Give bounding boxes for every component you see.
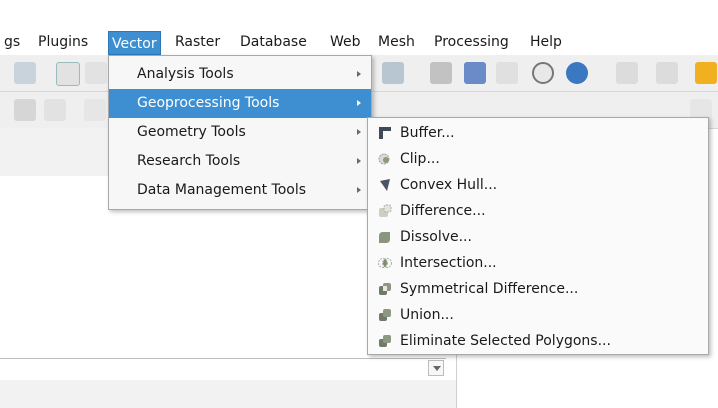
- vector-menu: Analysis Tools Geoprocessing Tools Geome…: [108, 55, 372, 210]
- bookmarks-panel-icon[interactable]: [496, 62, 518, 84]
- menu-item-label: Research Tools: [137, 153, 241, 169]
- menu-item-difference[interactable]: Difference...: [368, 198, 708, 224]
- union-icon: [379, 309, 391, 321]
- menu-item-intersection[interactable]: Intersection...: [368, 250, 708, 276]
- menu-item-label: Analysis Tools: [137, 66, 234, 82]
- menu-item-label: Union...: [400, 307, 454, 323]
- menu-database[interactable]: Database: [240, 32, 307, 54]
- intersection-icon: [378, 258, 392, 268]
- submenu-arrow-icon: [357, 158, 361, 164]
- menu-item-label: Symmetrical Difference...: [400, 281, 579, 297]
- submenu-arrow-icon: [357, 187, 361, 193]
- difference-icon: [379, 204, 392, 217]
- zoom-out-icon[interactable]: [85, 62, 107, 84]
- bottom-panel: [0, 380, 456, 408]
- menu-item-geoprocessing-tools[interactable]: Geoprocessing Tools: [109, 89, 371, 118]
- geoprocessing-submenu: Buffer... Clip... Convex Hull... Differe…: [367, 117, 709, 355]
- clip-icon: [378, 153, 390, 165]
- submenu-arrow-icon: [357, 71, 361, 77]
- menu-help[interactable]: Help: [530, 32, 562, 54]
- submenu-arrow-icon: [357, 100, 361, 106]
- menu-item-geometry-tools[interactable]: Geometry Tools: [109, 118, 371, 147]
- map-tool-icon[interactable]: [14, 62, 36, 84]
- menu-item-clip[interactable]: Clip...: [368, 146, 708, 172]
- dissolve-icon: [379, 232, 390, 243]
- menu-item-buffer[interactable]: Buffer...: [368, 120, 708, 146]
- menu-item-label: Data Management Tools: [137, 182, 307, 198]
- select-features-icon[interactable]: [616, 62, 638, 84]
- menu-item-label: Clip...: [400, 151, 440, 167]
- scroll-down-arrow-icon[interactable]: [428, 360, 444, 376]
- bookmark-icon[interactable]: [464, 62, 486, 84]
- menubar: gs Plugins Vector Raster Database Web Me…: [0, 0, 718, 55]
- refresh-icon[interactable]: [566, 62, 588, 84]
- convex-hull-icon: [380, 179, 390, 191]
- menu-item-label: Eliminate Selected Polygons...: [400, 333, 611, 349]
- panel-divider: [0, 358, 446, 359]
- identify-features-icon[interactable]: [656, 62, 678, 84]
- submenu-arrow-icon: [357, 129, 361, 135]
- menu-item-label: Dissolve...: [400, 229, 472, 245]
- menu-item-data-management-tools[interactable]: Data Management Tools: [109, 176, 371, 205]
- menu-mesh[interactable]: Mesh: [378, 32, 415, 54]
- menu-item-union[interactable]: Union...: [368, 302, 708, 328]
- edit-line-icon[interactable]: [44, 99, 66, 121]
- temporal-clock-icon[interactable]: [532, 62, 554, 84]
- eliminate-polygons-icon: [379, 335, 391, 347]
- print-layout-icon[interactable]: [430, 62, 452, 84]
- menu-item-convex-hull[interactable]: Convex Hull...: [368, 172, 708, 198]
- menu-processing[interactable]: Processing: [434, 32, 509, 54]
- menu-item-research-tools[interactable]: Research Tools: [109, 147, 371, 176]
- save-edits-icon[interactable]: [84, 99, 106, 121]
- zoom-in-icon[interactable]: [56, 62, 80, 86]
- menu-item-label: Intersection...: [400, 255, 497, 271]
- menu-plugins[interactable]: Plugins: [38, 32, 88, 54]
- edit-pencil-icon[interactable]: [14, 99, 36, 121]
- menu-item-label: Geoprocessing Tools: [137, 95, 280, 111]
- deselect-features-icon[interactable]: [695, 62, 717, 84]
- menu-item-analysis-tools[interactable]: Analysis Tools: [109, 60, 371, 89]
- menu-raster[interactable]: Raster: [175, 32, 220, 54]
- menu-vector[interactable]: Vector: [108, 31, 161, 55]
- layer-tool-icon[interactable]: [382, 62, 404, 84]
- menu-settings-partial[interactable]: gs: [4, 32, 20, 54]
- menu-item-label: Convex Hull...: [400, 177, 498, 193]
- menu-item-symmetrical-difference[interactable]: Symmetrical Difference...: [368, 276, 708, 302]
- menu-item-label: Geometry Tools: [137, 124, 246, 140]
- menu-item-eliminate-selected-polygons[interactable]: Eliminate Selected Polygons...: [368, 328, 708, 354]
- menu-item-label: Difference...: [400, 203, 486, 219]
- symmetrical-difference-icon: [379, 283, 391, 295]
- buffer-icon: [379, 127, 391, 139]
- menu-web[interactable]: Web: [330, 32, 361, 54]
- menu-item-dissolve[interactable]: Dissolve...: [368, 224, 708, 250]
- menu-item-label: Buffer...: [400, 125, 455, 141]
